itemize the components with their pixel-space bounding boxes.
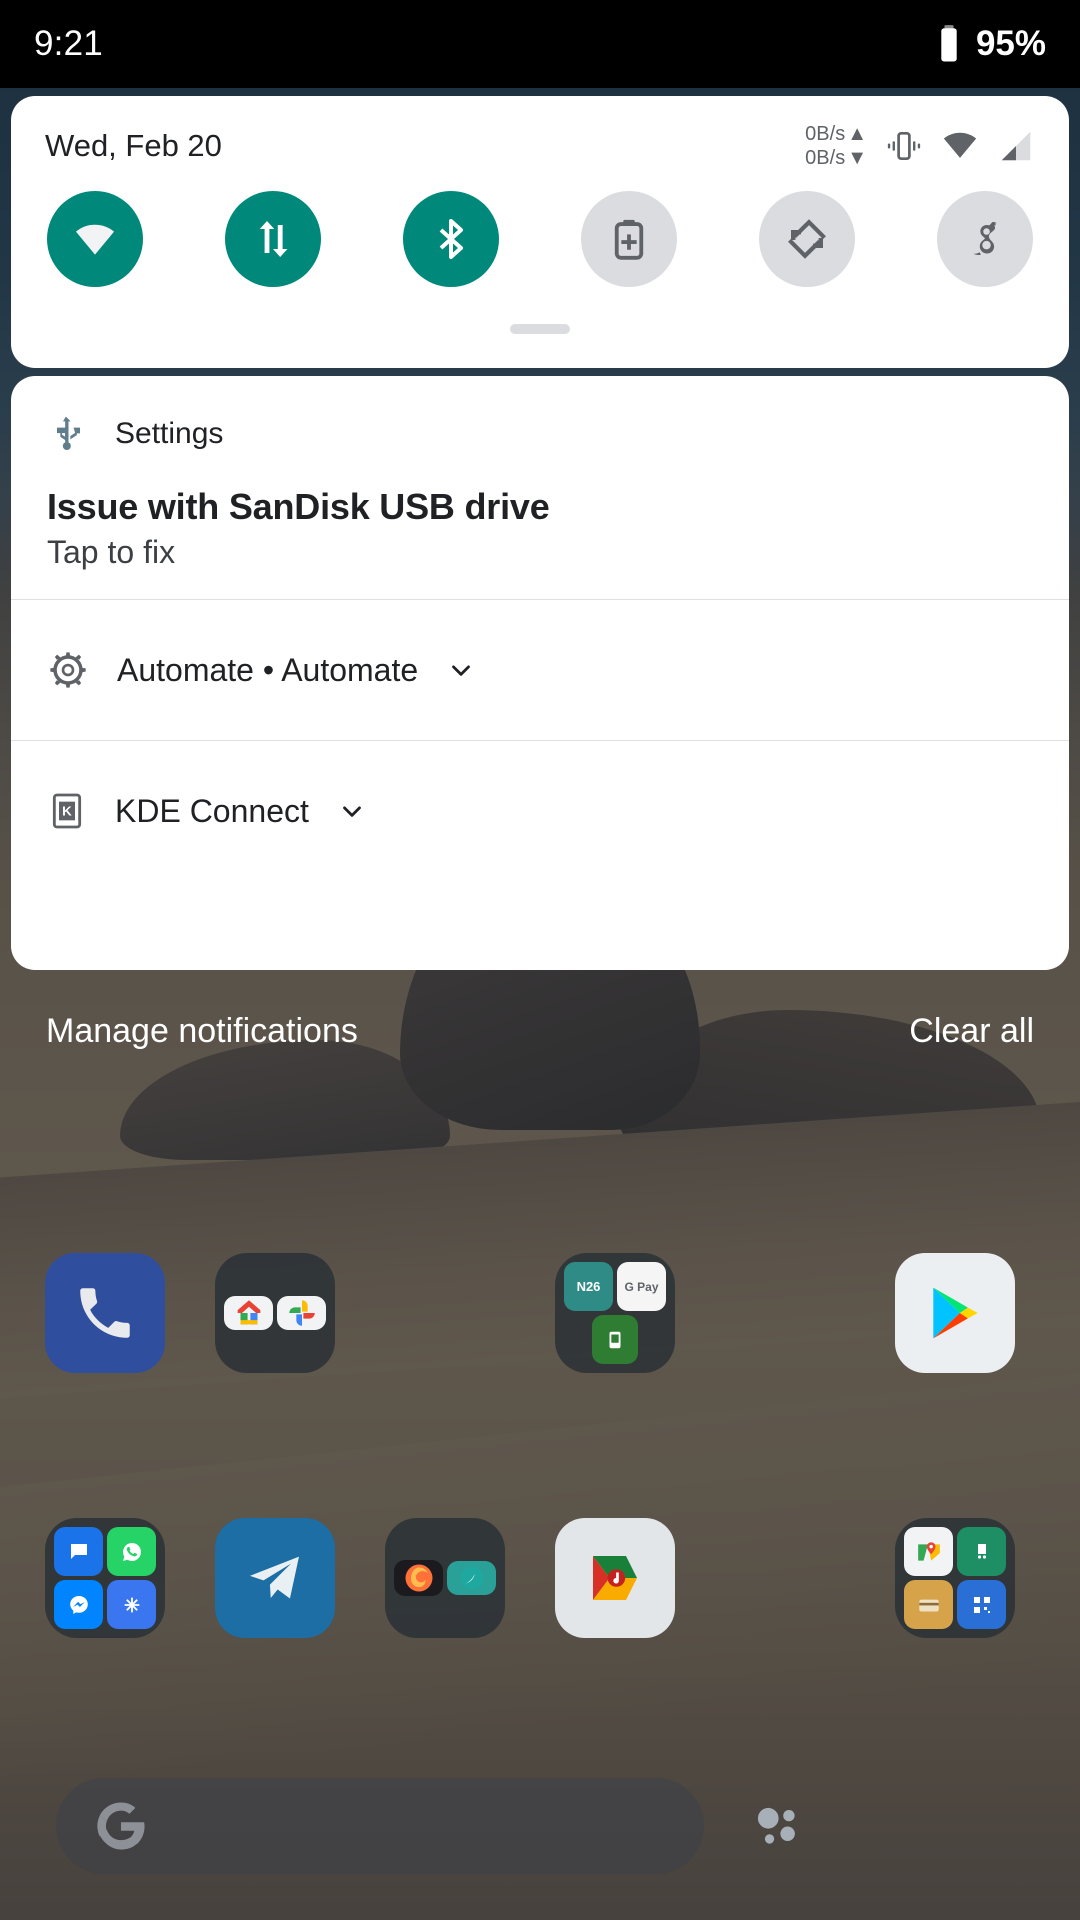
auto-rotate-tile[interactable] (759, 190, 855, 287)
status-bar-right: 95% (936, 23, 1046, 65)
assistant-icon (757, 1807, 795, 1844)
notification-app-name: Automate • Automate (117, 651, 419, 688)
mobile-ticket-icon (609, 1331, 621, 1348)
chevron-down-icon[interactable] (337, 796, 367, 826)
folder-item-transit (957, 1527, 1006, 1576)
automate-notification[interactable]: Automate • Automate (11, 600, 1069, 740)
folder-item-signal (107, 1580, 156, 1629)
mobile-data-icon (259, 220, 288, 257)
notification-app-name: Settings (115, 417, 224, 450)
svg-text:K: K (62, 803, 72, 818)
notification-subtitle: Tap to fix (47, 534, 176, 570)
dragon-icon (973, 221, 997, 255)
usb-icon (57, 416, 80, 450)
notification-title: Issue with SanDisk USB drive (47, 486, 550, 527)
finance-folder[interactable]: N26 G Pay (555, 1253, 675, 1373)
quick-settings-date[interactable]: Wed, Feb 20 (45, 128, 222, 164)
notification-header: Settings (47, 406, 1033, 462)
network-speed-down: 0B/s (805, 147, 846, 170)
browser-folder[interactable] (385, 1518, 505, 1638)
whatsapp-icon (122, 1542, 141, 1561)
status-bar: 9:21 95% (0, 0, 1080, 88)
play-store-icon (933, 1287, 978, 1339)
firefox-icon (405, 1564, 432, 1592)
maps-folder[interactable] (895, 1518, 1015, 1638)
battery-icon (941, 25, 957, 62)
usb-notification[interactable]: Settings Issue with SanDisk USB drive Ta… (11, 376, 1069, 599)
dragon-tile[interactable] (937, 190, 1033, 287)
folder-item-whatsapp (107, 1527, 156, 1576)
play-store-app[interactable] (895, 1253, 1015, 1373)
folder-item-qr (957, 1580, 1006, 1629)
battery-saver-tile[interactable] (581, 190, 677, 287)
bluetooth-icon (439, 218, 463, 259)
wifi-icon (75, 224, 115, 255)
folder-item-mobile (592, 1315, 638, 1364)
google-search-bar[interactable] (56, 1778, 704, 1874)
folder-item-gpay: G Pay (617, 1262, 666, 1311)
google-assistant-button[interactable] (718, 1778, 834, 1874)
network-speed-up-arrow-icon: ▲ (847, 123, 867, 145)
phone-icon (80, 1288, 130, 1338)
quick-settings-status-icons: 0B/s ▲ 0B/s ▼ (805, 122, 1035, 171)
quick-settings-header: Wed, Feb 20 0B/s ▲ 0B/s ▼ (11, 96, 1069, 171)
google-home-icon (237, 1300, 260, 1325)
quick-settings-tiles (11, 171, 1069, 287)
status-bar-clock: 9:21 (34, 24, 103, 63)
transit-icon (977, 1543, 986, 1559)
google-g-logo (97, 1802, 145, 1850)
folder-item-firefox (394, 1560, 443, 1596)
card-icon (918, 1599, 939, 1611)
battery-saver-icon (614, 219, 644, 260)
folder-item-maps (904, 1527, 953, 1576)
telegram-app[interactable] (215, 1518, 335, 1638)
signal-icon (124, 1597, 139, 1612)
folder-item-n26: N26 (564, 1262, 613, 1311)
messenger-icon (69, 1595, 88, 1614)
vibrate-icon (887, 132, 921, 161)
clear-all-button[interactable]: Clear all (909, 1012, 1034, 1051)
network-speed-down-arrow-icon: ▼ (847, 147, 867, 170)
notification-list: Settings Issue with SanDisk USB drive Ta… (11, 376, 1069, 970)
bluetooth-tile[interactable] (403, 190, 499, 287)
shade-footer: Manage notifications Clear all (0, 986, 1080, 1076)
browser-icon (460, 1566, 483, 1590)
folder-item-google-photos (277, 1296, 326, 1330)
cellular-signal-icon (1001, 132, 1031, 161)
google-folder[interactable] (215, 1253, 335, 1373)
google-maps-icon (917, 1541, 940, 1561)
media-player-icon (593, 1556, 637, 1600)
folder-item-messenger (54, 1580, 103, 1629)
folder-item-messages (54, 1527, 103, 1576)
kde-connect-icon: K (52, 793, 82, 829)
battery-percent-label: 95% (975, 24, 1046, 63)
wifi-status-icon (943, 133, 977, 159)
notification-app-name: KDE Connect (115, 792, 309, 829)
messages-icon (70, 1543, 87, 1559)
wifi-tile[interactable] (47, 190, 143, 287)
network-speed-up: 0B/s (805, 123, 846, 145)
manage-notifications-button[interactable]: Manage notifications (46, 1012, 358, 1051)
auto-rotate-icon (788, 219, 826, 259)
folder-item-browser (447, 1561, 496, 1595)
quick-settings-panel: Wed, Feb 20 0B/s ▲ 0B/s ▼ (11, 96, 1069, 368)
gear-icon (50, 652, 86, 688)
kdeconnect-notification[interactable]: K KDE Connect (11, 741, 1069, 881)
qr-code-icon (973, 1596, 990, 1613)
folder-item-google-home (224, 1296, 273, 1330)
folder-item-card (904, 1580, 953, 1629)
mobile-data-tile[interactable] (225, 190, 321, 287)
chevron-down-icon[interactable] (446, 655, 476, 685)
phone-app[interactable] (45, 1253, 165, 1373)
telegram-icon (249, 1556, 299, 1599)
messaging-folder[interactable] (45, 1518, 165, 1638)
quick-settings-drag-handle[interactable] (510, 324, 570, 334)
google-photos-icon (288, 1300, 315, 1326)
network-speed-indicator: 0B/s ▲ 0B/s ▼ (805, 122, 867, 171)
media-app[interactable] (555, 1518, 675, 1638)
